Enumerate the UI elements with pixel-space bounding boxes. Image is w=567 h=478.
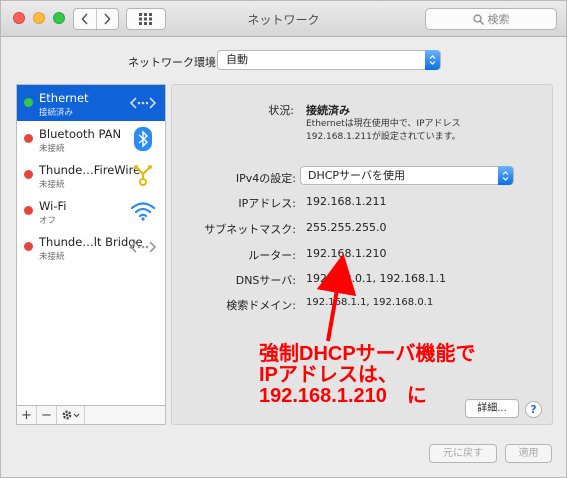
add-service-button[interactable]: +: [17, 406, 37, 424]
status-dot: [24, 98, 33, 107]
updown-icon: [425, 50, 440, 70]
service-status: 接続済み: [39, 108, 74, 118]
dns-server-value: 192.168.0.1, 192.168.1.1: [306, 272, 446, 285]
ipv4-config-value: DHCPサーバを使用: [308, 169, 405, 182]
ip-address-label: IPアドレス:: [238, 197, 296, 210]
location-label: ネットワーク環境:: [128, 56, 220, 69]
title-bar: ネットワーク 検索: [1, 1, 566, 37]
search-domain-label: 検索ドメイン:: [226, 299, 296, 312]
ethernet-icon: [129, 91, 157, 115]
remove-service-button[interactable]: −: [37, 406, 57, 424]
action-menu-button[interactable]: [57, 406, 85, 424]
service-name: Ethernet: [39, 91, 89, 105]
bluetooth-icon: [129, 127, 157, 151]
gear-icon: [62, 410, 79, 420]
service-item-wifi[interactable]: Wi-Fi オフ: [17, 193, 165, 229]
ipv4-config-label: IPv4の設定:: [235, 172, 296, 185]
revert-button[interactable]: 元に戻す: [429, 444, 497, 463]
help-button[interactable]: ?: [525, 401, 542, 418]
router-value: 192.168.1.210: [306, 247, 387, 260]
status-dot: [24, 206, 33, 215]
service-status: 未接続: [39, 252, 65, 262]
status-dot: [24, 170, 33, 179]
service-list: Ethernet 接続済み Bluetooth PAN 未接続 Thunde…F…: [16, 84, 166, 406]
service-status: 未接続: [39, 180, 65, 190]
ipv4-config-select[interactable]: DHCPサーバを使用: [300, 166, 514, 185]
annotation-line-3: 192.168.1.210 に: [259, 385, 427, 407]
thunderbolt-bridge-icon: [129, 235, 157, 259]
apply-button[interactable]: 適用: [505, 444, 552, 463]
service-name: Wi-Fi: [39, 199, 67, 213]
subnet-mask-label: サブネットマスク:: [204, 223, 296, 236]
annotation-text: 強制DHCPサーバ機能で IPアドレスは、 192.168.1.210 に: [259, 344, 519, 407]
status-dot: [24, 134, 33, 143]
search-domain-value: 192.168.1.1, 192.168.0.1: [306, 297, 434, 308]
service-status: 未接続: [39, 144, 65, 154]
service-item-bluetooth-pan[interactable]: Bluetooth PAN 未接続: [17, 121, 165, 157]
annotation-line-1: 強制DHCPサーバ機能で: [259, 343, 476, 365]
network-preferences-window: ネットワーク 検索 ネットワーク環境: 自動 Ethernet 接続済み Blu…: [0, 0, 567, 478]
search-field[interactable]: 検索: [425, 8, 557, 30]
service-name: Thunde…FireWire: [39, 163, 141, 177]
search-icon: [472, 13, 484, 25]
status-dot: [24, 242, 33, 251]
updown-icon: [498, 166, 513, 185]
service-status: オフ: [39, 216, 57, 226]
wifi-icon: [129, 199, 157, 223]
dns-server-label: DNSサーバ:: [235, 274, 296, 287]
status-desc-line-2: 192.168.1.211が設定されています。: [306, 132, 461, 142]
service-item-thunderbolt-firewire[interactable]: Thunde…FireWire 未接続: [17, 157, 165, 193]
status-desc-line-1: Ethernetは現在使用中で、IPアドレス: [306, 119, 461, 129]
status-description: Ethernetは現在使用中で、IPアドレス 192.168.1.211が設定さ…: [306, 118, 461, 144]
location-value: 自動: [226, 53, 248, 66]
firewire-icon: [129, 163, 157, 187]
service-item-thunderbolt-bridge[interactable]: Thunde…lt Bridge 未接続: [17, 229, 165, 265]
search-placeholder: 検索: [487, 13, 510, 26]
service-item-ethernet[interactable]: Ethernet 接続済み: [17, 85, 165, 121]
service-list-controls: + −: [16, 406, 166, 425]
router-label: ルーター:: [248, 249, 296, 262]
subnet-mask-value: 255.255.255.0: [306, 221, 387, 234]
service-name: Thunde…lt Bridge: [39, 235, 143, 249]
annotation-line-2: IPアドレスは、: [259, 364, 398, 386]
status-label: 状況:: [268, 104, 294, 117]
service-name: Bluetooth PAN: [39, 127, 122, 141]
location-select[interactable]: 自動: [217, 50, 441, 70]
status-value: 接続済み: [306, 104, 350, 117]
ip-address-value: 192.168.1.211: [306, 195, 387, 208]
